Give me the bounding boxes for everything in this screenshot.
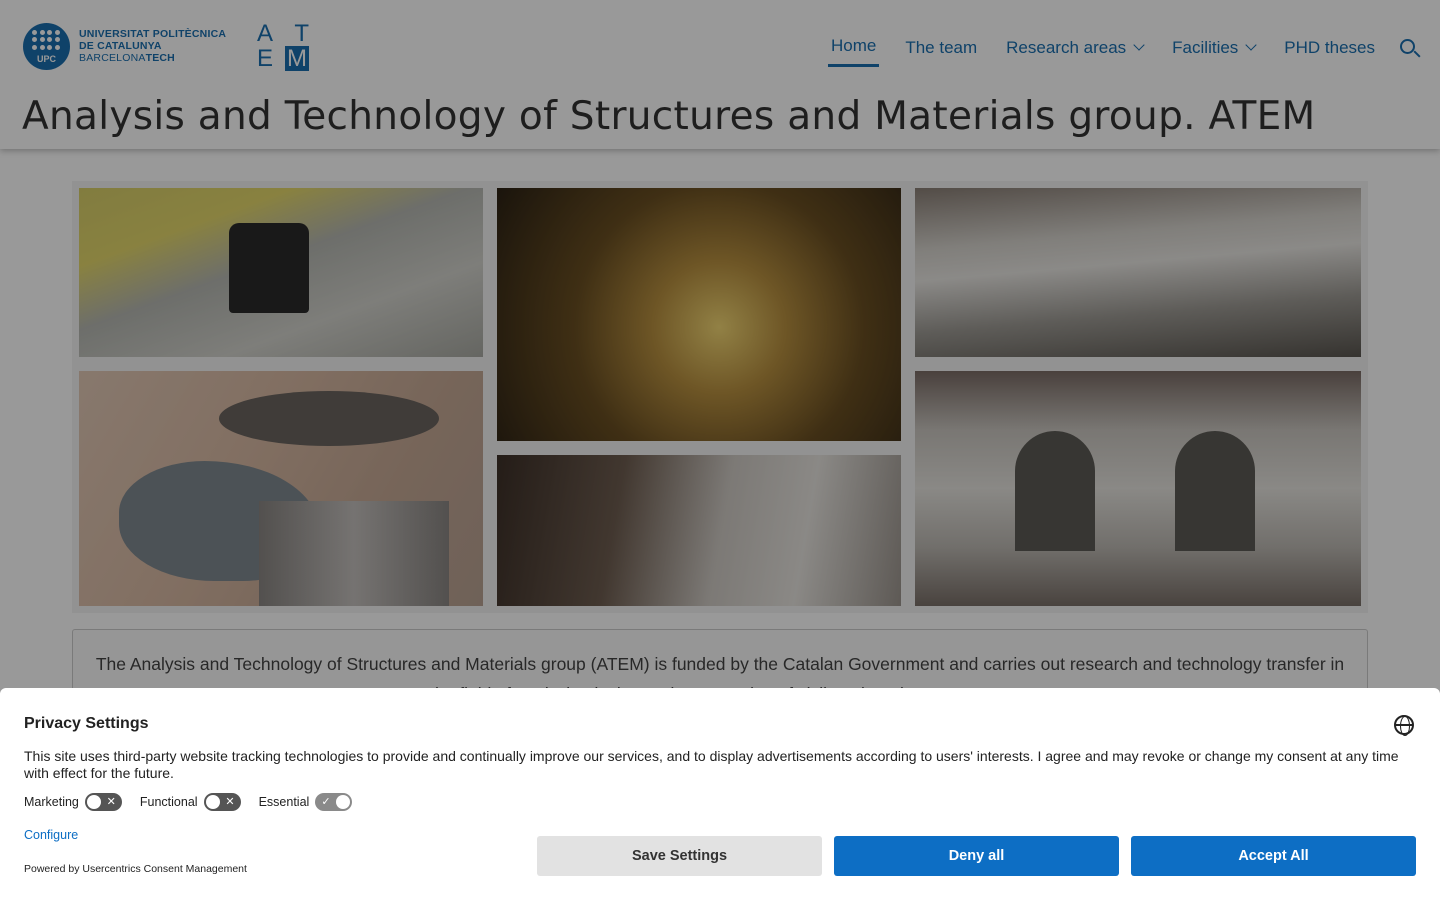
powered-by-text: Powered by Usercentrics Consent Manageme… <box>24 863 247 875</box>
toggle-label-marketing: Marketing <box>24 795 79 809</box>
close-icon: ✕ <box>106 796 116 808</box>
deny-all-button[interactable]: Deny all <box>834 836 1119 876</box>
toggle-label-functional: Functional <box>139 795 198 809</box>
marketing-toggle[interactable]: ✕ <box>84 793 122 811</box>
essential-toggle: ✓ <box>315 793 353 811</box>
save-settings-button[interactable]: Save Settings <box>537 836 822 876</box>
accept-all-button[interactable]: Accept All <box>1131 836 1416 876</box>
consent-toggles: Marketing ✕ Functional ✕ Essential ✓ <box>24 793 370 811</box>
toggle-label-essential: Essential <box>258 795 310 809</box>
consent-title: Privacy Settings <box>24 715 149 732</box>
privacy-consent-banner: Privacy Settings This site uses third-pa… <box>0 688 1440 900</box>
close-icon: ✕ <box>225 796 235 808</box>
functional-toggle[interactable]: ✕ <box>203 793 241 811</box>
check-icon: ✓ <box>321 796 331 808</box>
configure-link[interactable]: Configure <box>24 828 78 842</box>
globe-icon[interactable] <box>1394 715 1414 736</box>
consent-text: This site uses third-party website track… <box>24 748 1399 781</box>
